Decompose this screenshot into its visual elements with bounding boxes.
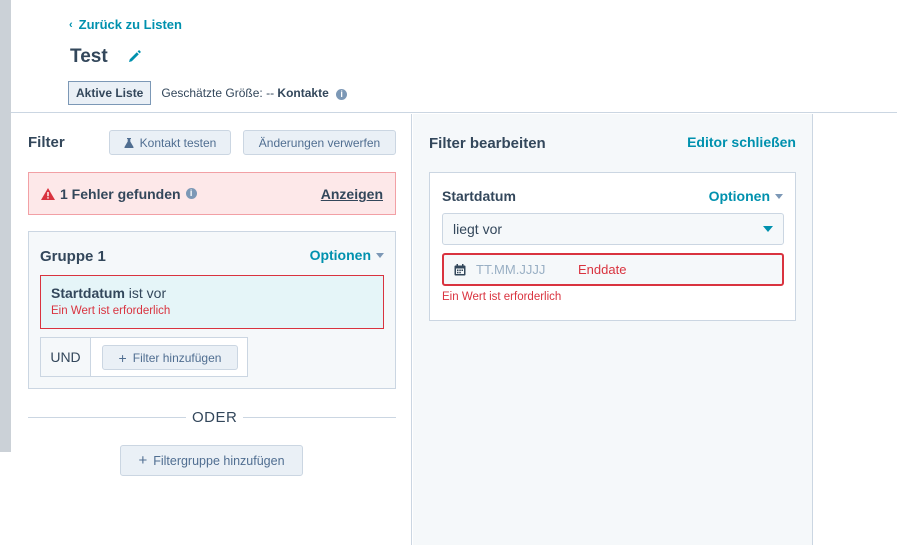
info-icon[interactable]: i — [336, 89, 348, 100]
condition-operator: ist vor — [128, 285, 167, 301]
plus-icon: + — [118, 349, 127, 366]
chevron-left-icon: ‹ — [69, 18, 73, 31]
and-filter-row: UND + Filter hinzufügen — [40, 337, 248, 377]
discard-changes-label: Änderungen verwerfen — [258, 135, 381, 150]
list-type-tag: Aktive Liste — [68, 81, 152, 105]
add-filter-button[interactable]: + Filter hinzufügen — [102, 345, 238, 370]
caret-down-icon — [775, 193, 783, 199]
title-row: Test — [70, 46, 142, 68]
back-link-label: Zurück zu Listen — [78, 17, 182, 32]
add-filter-label: Filter hinzufügen — [132, 350, 222, 365]
page-title: Test — [70, 46, 108, 67]
filter-panel: Filter Kontakt testen Änderungen verwerf… — [11, 114, 412, 545]
or-divider: ODER — [28, 409, 396, 426]
or-label: ODER — [186, 409, 244, 426]
condition-summary: Startdatum ist vor — [51, 285, 373, 301]
editor-heading: Filter bearbeiten — [429, 135, 546, 152]
caret-down-icon — [763, 226, 773, 232]
and-label: UND — [41, 338, 91, 376]
date-end-label: Enddate — [578, 262, 627, 277]
condition-error: Ein Wert ist erforderlich — [51, 305, 171, 317]
estimated-size: Geschätzte Größe: -- Kontakte i — [161, 86, 348, 100]
estimated-size-unit: Kontakte — [277, 86, 329, 100]
add-filter-group-label: Filtergruppe hinzufügen — [153, 453, 285, 468]
add-filter-group-button[interactable]: + Filtergruppe hinzufügen — [120, 445, 303, 476]
test-contact-button[interactable]: Kontakt testen — [109, 130, 231, 155]
close-editor-link[interactable]: Editor schließen — [687, 134, 796, 150]
filter-heading: Filter — [28, 134, 65, 151]
editor-options-label: Optionen — [708, 188, 770, 204]
editor-options-dropdown[interactable]: Optionen — [709, 188, 783, 204]
flask-icon — [124, 137, 134, 148]
editor-field-label: Startdatum — [442, 188, 516, 204]
group-options-dropdown[interactable]: Optionen — [310, 247, 384, 263]
date-error-message: Ein Wert ist erforderlich — [442, 291, 562, 303]
operator-select[interactable]: liegt vor — [442, 213, 784, 245]
caret-down-icon — [376, 252, 384, 258]
error-count-text: 1 Fehler gefunden — [60, 185, 181, 202]
list-meta-row: Aktive Liste Geschätzte Größe: -- Kontak… — [68, 81, 348, 105]
show-errors-link[interactable]: Anzeigen — [321, 186, 383, 202]
calendar-icon — [454, 263, 466, 275]
filter-group: Gruppe 1 Optionen Startdatum ist vor Ein… — [28, 231, 396, 389]
condition-field: Startdatum — [51, 285, 125, 301]
filter-condition[interactable]: Startdatum ist vor Ein Wert ist erforder… — [40, 275, 384, 329]
date-input[interactable]: TT.MM.JJJJ Enddate — [442, 253, 784, 286]
date-placeholder: TT.MM.JJJJ — [476, 262, 546, 277]
group-options-label: Optionen — [309, 247, 371, 263]
test-contact-label: Kontakt testen — [139, 135, 217, 150]
error-banner: 1 Fehler gefunden i Anzeigen — [28, 172, 396, 215]
info-icon[interactable]: i — [185, 188, 197, 199]
operator-select-value: liegt vor — [453, 221, 503, 237]
filter-editor-panel: Filter bearbeiten Editor schließen Start… — [413, 114, 813, 545]
discard-changes-button[interactable]: Änderungen verwerfen — [243, 130, 396, 155]
scrollbar[interactable] — [0, 0, 11, 452]
back-to-lists-link[interactable]: ‹ Zurück zu Listen — [69, 17, 182, 32]
estimated-size-value: -- — [266, 86, 275, 100]
warning-icon — [41, 187, 55, 200]
estimated-size-label: Geschätzte Größe: — [161, 86, 263, 100]
page-header: ‹ Zurück zu Listen Test Aktive Liste Ges… — [11, 0, 897, 113]
pencil-edit-icon[interactable] — [126, 49, 142, 65]
plus-icon: + — [138, 452, 148, 469]
group-title: Gruppe 1 — [40, 248, 106, 265]
filter-editor-card: Startdatum Optionen liegt vor TT.MM.JJJJ… — [429, 172, 796, 321]
